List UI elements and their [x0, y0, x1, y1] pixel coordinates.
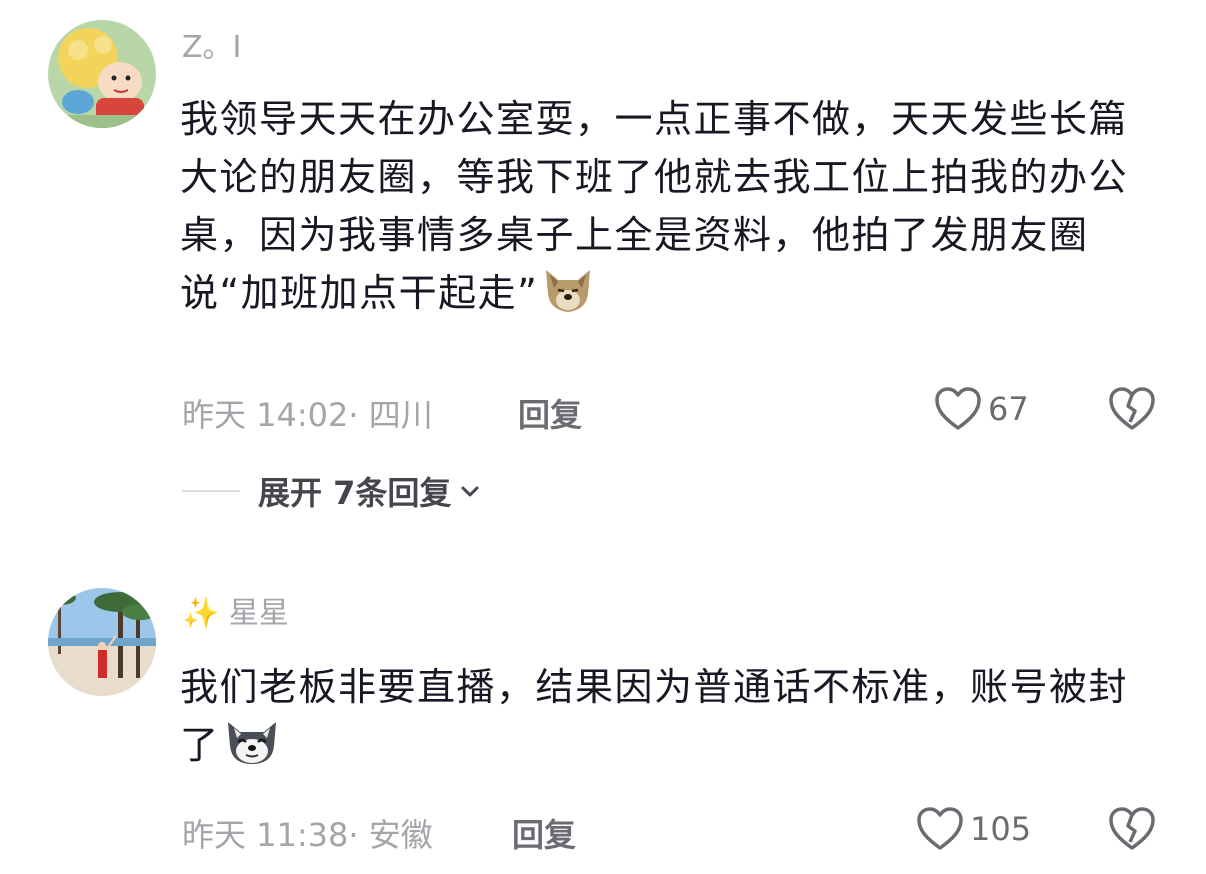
- sparkles-icon: ✨: [182, 596, 220, 631]
- broken-heart-icon: [1109, 807, 1155, 850]
- username-label: 星星: [228, 596, 289, 631]
- heart-outline-icon: [917, 807, 963, 850]
- comment-item: Z。I 我领导天天在办公室耍，一点正事不做，天天发些长篇大论的朋友圈，等我下班了…: [0, 0, 1206, 540]
- like-count: 105: [970, 810, 1032, 848]
- comment-text-content: 我领导天天在办公室耍，一点正事不做，天天发些长篇大论的朋友圈，等我下班了他就去我…: [180, 97, 1129, 315]
- dislike-button[interactable]: [1108, 386, 1156, 436]
- heart-outline-icon: [935, 387, 981, 430]
- location: · 安徽: [348, 816, 433, 854]
- comment-meta: 昨天 11:38· 安徽: [182, 810, 433, 856]
- comment-text-content: 我们老板非要直播，结果因为普通话不标准，账号被封了: [180, 665, 1129, 767]
- broken-heart-icon: [1109, 387, 1155, 430]
- avatar[interactable]: [48, 20, 156, 128]
- husky-face-emoji: [224, 718, 276, 766]
- like-button[interactable]: 67: [934, 386, 1029, 432]
- dislike-button[interactable]: [1108, 806, 1156, 856]
- timestamp: 昨天 11:38: [182, 816, 349, 854]
- comment-text: 我领导天天在办公室耍，一点正事不做，天天发些长篇大论的朋友圈，等我下班了他就去我…: [180, 90, 1165, 322]
- comment-item: ✨ 星星 我们老板非要直播，结果因为普通话不标准，账号被封了 昨天 11:38·…: [0, 560, 1206, 874]
- like-button[interactable]: 105: [916, 806, 1031, 852]
- dog-face-emoji: [542, 266, 594, 314]
- comment-text: 我们老板非要直播，结果因为普通话不标准，账号被封了: [180, 658, 1165, 774]
- expand-replies-button[interactable]: 展开 7条回复: [182, 468, 481, 514]
- avatar[interactable]: [48, 588, 156, 696]
- chevron-down-icon: [461, 486, 479, 497]
- timestamp: 昨天 14:02: [182, 396, 349, 434]
- expand-replies-label: 展开 7条回复: [258, 474, 452, 512]
- location: · 四川: [348, 396, 433, 434]
- reply-button[interactable]: 回复: [518, 390, 582, 436]
- divider: [182, 490, 240, 492]
- username[interactable]: ✨ 星星: [182, 596, 289, 632]
- reply-button[interactable]: 回复: [512, 810, 576, 856]
- comment-meta: 昨天 14:02· 四川: [182, 390, 433, 436]
- like-count: 67: [988, 390, 1029, 428]
- username[interactable]: Z。I: [182, 30, 241, 66]
